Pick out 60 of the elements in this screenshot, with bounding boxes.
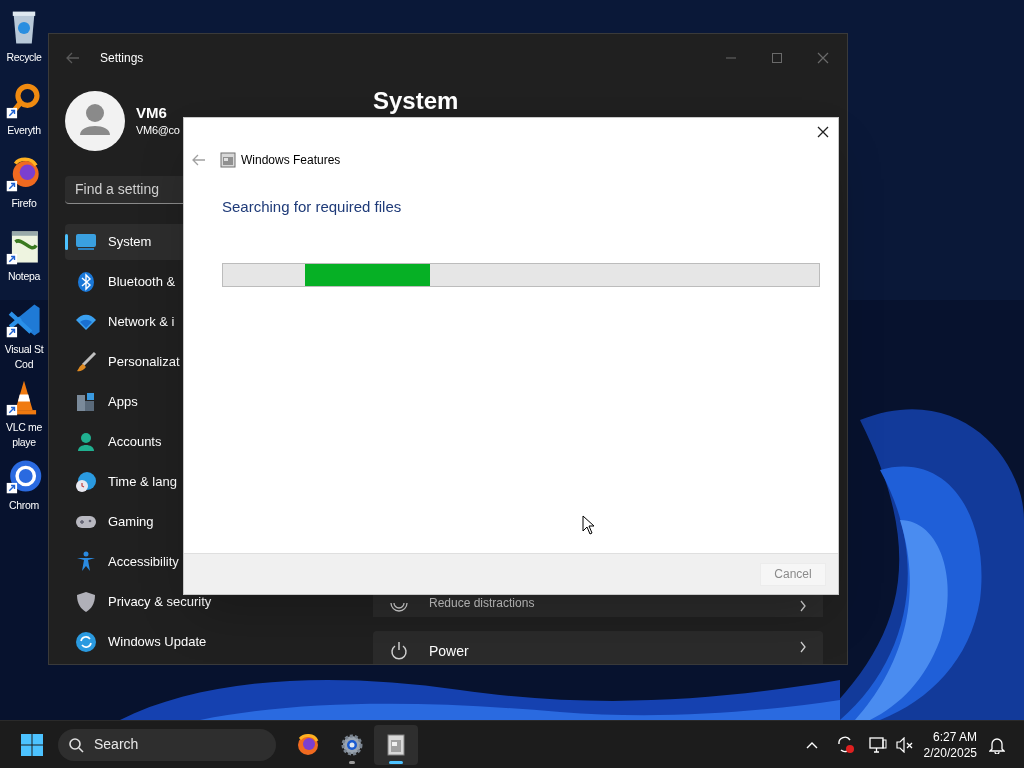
search-field[interactable]: Search <box>58 728 276 761</box>
icon-label: Chrom <box>9 498 39 513</box>
clock-icon <box>75 471 97 493</box>
close-icon[interactable] <box>816 125 830 139</box>
icon-label: Recycle <box>6 50 42 65</box>
back-arrow-icon[interactable] <box>66 52 80 64</box>
browser-icon <box>296 732 320 757</box>
monitor-icon <box>75 231 97 253</box>
focus-icon <box>389 602 409 612</box>
icon-label: Notepa <box>7 269 41 284</box>
nav-item[interactable]: Windows Update <box>65 624 361 660</box>
gear-icon <box>340 732 364 757</box>
chevron-icon <box>799 641 807 653</box>
windows-logo-icon[interactable] <box>20 732 44 757</box>
person-icon <box>75 431 97 453</box>
bluetooth-icon <box>75 271 97 293</box>
account-name: VM6 <box>136 104 168 122</box>
sync-icon <box>75 631 97 653</box>
icon-label: playe <box>12 435 36 450</box>
search-icon <box>68 736 84 753</box>
icon-label: Everyth <box>7 123 41 138</box>
nav-item[interactable]: Gaming <box>65 504 361 540</box>
nav-item[interactable]: Apps <box>65 384 361 420</box>
status-message: Searching for required files <box>222 197 403 217</box>
cursor-icon <box>582 515 595 535</box>
settings-card[interactable]: Power <box>373 631 823 664</box>
apps-icon <box>75 391 97 413</box>
clock[interactable]: 6:27 AM 2/20/2025 <box>923 728 977 761</box>
bell-icon[interactable] <box>989 735 1005 754</box>
taskbar-app[interactable] <box>374 724 418 765</box>
sync-icon[interactable] <box>835 735 856 754</box>
back-arrow-icon[interactable] <box>192 154 206 166</box>
window-icon <box>384 732 408 757</box>
power-icon <box>389 641 409 661</box>
icon-label: Firefo <box>11 196 37 211</box>
card-title: Power <box>429 642 469 661</box>
browser-icon[interactable] <box>5 457 43 495</box>
chevron-icon <box>799 600 807 612</box>
nav-item[interactable]: Accessibility <box>65 544 361 580</box>
brush-icon <box>75 351 97 373</box>
icon-label: Cod <box>14 357 34 372</box>
nav-item[interactable]: Accounts <box>65 424 361 460</box>
nav-item[interactable]: Network & i <box>65 304 361 340</box>
account-email: VM6@co <box>136 123 180 138</box>
volume-muted-icon[interactable] <box>895 736 914 753</box>
maximize-icon[interactable] <box>771 52 783 64</box>
window-icon <box>220 152 236 168</box>
shield-icon <box>75 591 97 613</box>
window-title: Settings <box>100 50 144 67</box>
page-heading: System <box>373 88 460 114</box>
icon-label: VLC me <box>5 420 43 435</box>
nav-item[interactable]: Privacy & security <box>65 584 361 620</box>
nav-item[interactable]: Time & lang <box>65 464 361 500</box>
card-subtitle: Reduce distractions <box>429 595 535 612</box>
network-icon[interactable] <box>867 735 888 754</box>
dialog-title: Windows Features <box>241 152 341 169</box>
icon-label: Visual St <box>4 342 44 357</box>
chevron-up-icon[interactable] <box>805 740 818 749</box>
nav-item[interactable]: Personalizat <box>65 344 361 380</box>
avatar-icon <box>65 91 125 151</box>
